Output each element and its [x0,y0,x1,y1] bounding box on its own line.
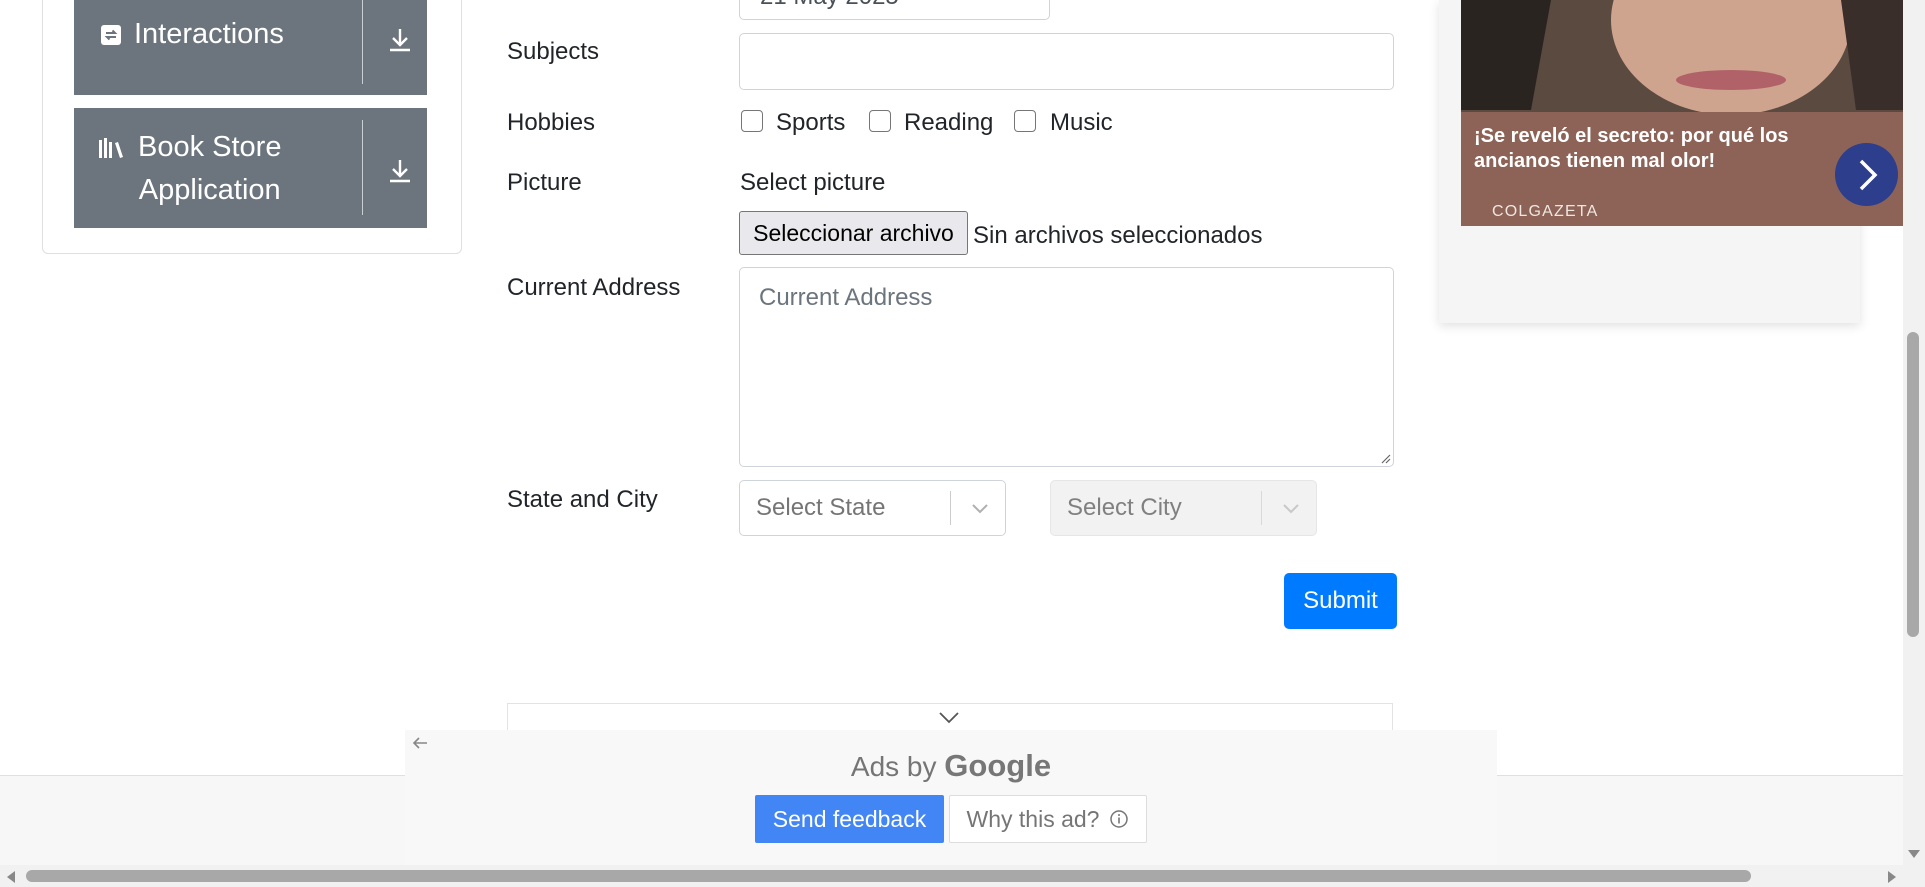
sidebar-group-label-line1: Book Store [138,131,282,163]
date-of-birth-input[interactable]: 21 May 2025 [739,0,1050,20]
hobby-music-checkbox[interactable] [1014,110,1036,132]
hobby-reading-checkbox[interactable] [869,110,891,132]
ad-source: COLGAZETA [1492,203,1599,220]
scroll-left-icon[interactable] [5,870,17,884]
choose-file-button[interactable]: Seleccionar archivo [739,211,968,255]
ad-headline[interactable]: ¡Se reveló el secreto: por qué los ancia… [1474,124,1854,174]
date-value: 21 May 2025 [760,0,899,11]
state-city-label: State and City [507,486,658,513]
download-icon[interactable] [387,27,413,53]
hobby-reading-label[interactable]: Reading [904,109,993,137]
select-divider [950,491,951,525]
books-icon [99,138,123,158]
chevron-right-icon [1859,159,1877,190]
chevron-down-icon [972,504,988,514]
google-logo: Google [944,748,1052,783]
picture-label: Picture [507,169,582,196]
ad-image[interactable] [1461,0,1904,226]
current-address-textarea[interactable]: Current Address [739,267,1394,467]
scroll-right-icon[interactable] [1886,870,1898,884]
resize-handle-icon[interactable] [1379,452,1391,464]
hobbies-label: Hobbies [507,109,596,136]
horizontal-scrollbar-thumb[interactable] [26,870,1751,882]
file-status: Sin archivos seleccionados [973,222,1263,249]
hobby-sports-label[interactable]: Sports [776,109,845,137]
divider [362,120,363,215]
vertical-scrollbar-thumb[interactable] [1907,332,1919,637]
download-icon[interactable] [387,158,413,184]
sidebar-group-label-line2: Application [138,174,281,206]
subjects-input[interactable] [739,33,1394,90]
why-this-ad-button[interactable]: Why this ad? [949,795,1147,843]
why-this-ad-label: Why this ad? [966,805,1100,832]
interactions-icon [101,24,121,45]
scroll-down-icon[interactable] [1907,848,1921,860]
ad-photo [1461,0,1904,226]
ad-next-button[interactable] [1835,143,1898,206]
sidebar-group-label: Interactions [134,18,284,50]
current-address-label: Current Address [507,274,681,301]
sidebar-group-book-store[interactable]: Book Store Application [74,108,427,228]
ads-by-text: Ads by [850,751,937,782]
sidebar-group-interactions[interactable]: Interactions [74,0,427,95]
state-placeholder: Select State [756,494,886,521]
divider [362,0,363,84]
state-select[interactable]: Select State [739,480,1006,536]
hobby-sports-checkbox[interactable] [741,110,763,132]
current-address-placeholder: Current Address [759,284,933,311]
info-icon [1110,810,1129,828]
select-divider [1261,491,1262,525]
select-picture-label: Select picture [740,169,886,196]
city-select[interactable]: Select City [1050,480,1317,536]
hobby-music-label[interactable]: Music [1050,109,1113,137]
submit-button[interactable]: Submit [1284,573,1397,629]
chevron-down-icon [1283,504,1299,514]
subjects-label: Subjects [507,38,600,65]
ads-by-google: Ads by Google [405,748,1497,784]
chevron-down-icon[interactable] [937,710,961,726]
send-feedback-button[interactable]: Send feedback [755,795,944,843]
city-placeholder: Select City [1067,494,1182,521]
